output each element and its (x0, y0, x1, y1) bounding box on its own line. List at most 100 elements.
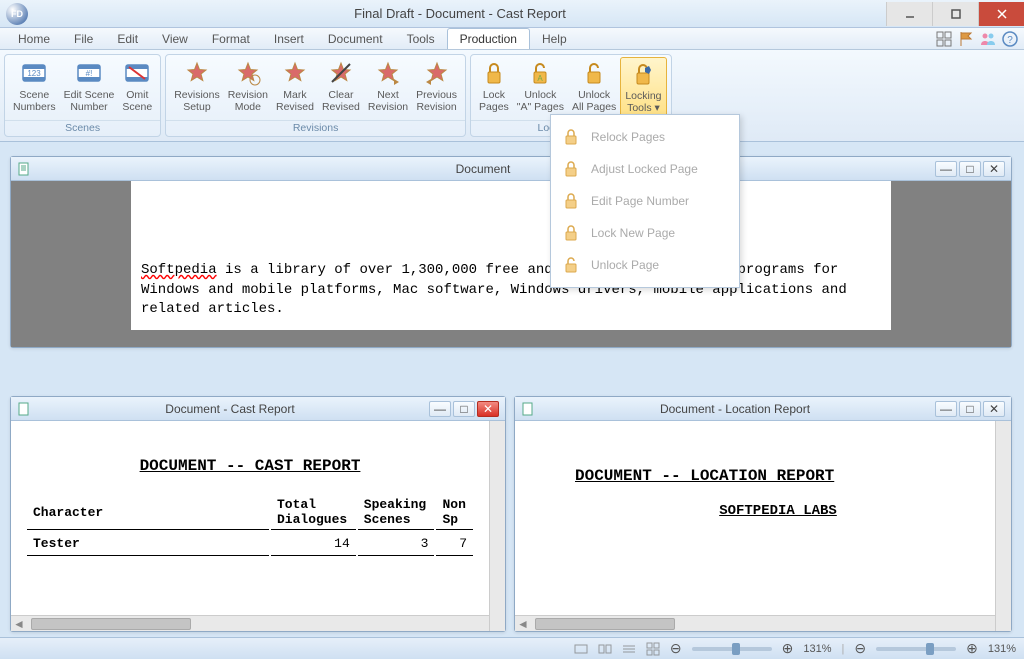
horizontal-scrollbar[interactable]: ◄ (515, 615, 995, 631)
cast-report-pane: Document - Cast Report — □ ✕ DOCUMENT --… (10, 396, 506, 632)
adjust-icon (561, 159, 581, 179)
menu-home[interactable]: Home (6, 29, 62, 49)
lock-pages-button[interactable]: Lock Pages (475, 57, 513, 120)
menu-document[interactable]: Document (316, 29, 395, 49)
people-icon[interactable] (980, 31, 996, 47)
cast-table: Character Total Dialogues Speaking Scene… (25, 493, 475, 558)
ribbon-button-label: Unlock All Pages (572, 89, 616, 113)
ribbon-button-label: Revisions Setup (174, 89, 220, 113)
pane-title: Document - Cast Report (31, 402, 429, 416)
pane-minimize-button[interactable]: — (935, 161, 957, 177)
dropdown-adjust[interactable]: Adjust Locked Page (551, 153, 739, 185)
lock-pages-icon (480, 59, 508, 87)
help-icon[interactable]: ? (1002, 31, 1018, 47)
dropdown-unlock[interactable]: Unlock Page (551, 249, 739, 281)
pane-titlebar: Document — □ ✕ (11, 157, 1011, 181)
dropdown-lock-new[interactable]: Lock New Page (551, 217, 739, 249)
ribbon: 123Scene Numbers #! Edit Scene Number Omit … (0, 50, 1024, 142)
report-heading: DOCUMENT -- CAST REPORT (25, 457, 475, 475)
close-button[interactable] (978, 2, 1024, 26)
dropdown-relock[interactable]: Relock Pages (551, 121, 739, 153)
document-pane: Document — □ ✕ Softpedia is a library of… (10, 156, 1012, 348)
pane-body: DOCUMENT -- LOCATION REPORT SOFTPEDIA LA… (515, 421, 1011, 631)
revision-mode-button[interactable]: Revision Mode (224, 57, 272, 120)
dropdown-label: Relock Pages (591, 130, 665, 144)
view-mode-1-icon[interactable] (574, 642, 588, 656)
vertical-scrollbar[interactable] (489, 421, 505, 631)
zoom-in-button[interactable]: ⊕ (782, 640, 794, 657)
scene-numbers-button[interactable]: 123Scene Numbers (9, 57, 60, 120)
pane-minimize-button[interactable]: — (429, 401, 451, 417)
view-mode-4-icon[interactable] (646, 642, 660, 656)
unlock-a-pages-button[interactable]: A Unlock "A" Pages (513, 57, 568, 120)
ribbon-button-label: Unlock "A" Pages (517, 89, 564, 113)
revision-mode-icon (234, 59, 262, 87)
menu-edit[interactable]: Edit (105, 29, 150, 49)
pane-minimize-button[interactable]: — (935, 401, 957, 417)
zoom-out-button[interactable]: ⊖ (670, 640, 682, 657)
pane-close-button[interactable]: ✕ (983, 401, 1005, 417)
pane-close-button[interactable]: ✕ (983, 161, 1005, 177)
zoom-value-1: 131% (803, 643, 831, 655)
ribbon-group-label: Scenes (5, 120, 160, 136)
view-mode-3-icon[interactable] (622, 642, 636, 656)
menu-help[interactable]: Help (530, 29, 579, 49)
horizontal-scrollbar[interactable]: ◄ (11, 615, 489, 631)
svg-text:#!: #! (86, 69, 93, 78)
omit-scene-icon (123, 59, 151, 87)
minimize-button[interactable] (886, 2, 932, 26)
grid-icon[interactable] (936, 31, 952, 47)
menu-tools[interactable]: Tools (395, 29, 447, 49)
next-revision-button[interactable]: Next Revision (364, 57, 412, 120)
edit-scene-number-button[interactable]: #! Edit Scene Number (60, 57, 119, 120)
menu-insert[interactable]: Insert (262, 29, 316, 49)
ribbon-button-label: Omit Scene (122, 89, 152, 113)
pane-maximize-button[interactable]: □ (453, 401, 475, 417)
revisions-setup-button[interactable]: Revisions Setup (170, 57, 224, 120)
locking-tools-button[interactable]: Locking Tools ▾ (620, 57, 666, 120)
omit-scene-button[interactable]: Omit Scene (118, 57, 156, 120)
report-subheading: SOFTPEDIA LABS (575, 503, 981, 519)
menu-file[interactable]: File (62, 29, 105, 49)
unlock-all-pages-button[interactable]: Unlock All Pages (568, 57, 620, 120)
status-bar: ⊖ ⊕ 131% | ⊖ ⊕ 131% (0, 637, 1024, 659)
mark-revised-button[interactable]: Mark Revised (272, 57, 318, 120)
dropdown-label: Lock New Page (591, 226, 675, 240)
svg-text:123: 123 (28, 69, 42, 78)
edit-page-num-icon (561, 191, 581, 211)
lock-new-icon (561, 223, 581, 243)
pane-close-button[interactable]: ✕ (477, 401, 499, 417)
spell-error-word: Softpedia (141, 262, 217, 278)
maximize-button[interactable] (932, 2, 978, 26)
clear-revised-button[interactable]: Clear Revised (318, 57, 364, 120)
title-bar: FD Final Draft - Document - Cast Report (0, 0, 1024, 28)
previous-revision-button[interactable]: Previous Revision (412, 57, 461, 120)
dropdown-edit-page-num[interactable]: Edit Page Number (551, 185, 739, 217)
zoom-in-button-2[interactable]: ⊕ (966, 640, 978, 657)
pane-maximize-button[interactable]: □ (959, 401, 981, 417)
table-row[interactable]: Tester 14 3 7 (27, 532, 473, 556)
ribbon-button-label: Edit Scene Number (64, 89, 115, 113)
unlock-a-pages-icon: A (526, 59, 554, 87)
ribbon-group-revisions: Revisions SetupRevision ModeMark Revised… (165, 54, 466, 137)
view-mode-2-icon[interactable] (598, 642, 612, 656)
document-page[interactable]: Softpedia is a library of over 1,300,000… (131, 181, 891, 330)
vertical-scrollbar[interactable] (995, 421, 1011, 631)
zoom-out-button-2[interactable]: ⊖ (854, 640, 866, 657)
zoom-slider-1[interactable] (692, 647, 772, 651)
workspace: Document — □ ✕ Softpedia is a library of… (0, 142, 1024, 637)
revisions-setup-icon (183, 59, 211, 87)
doc-icon (17, 162, 31, 176)
menu-production[interactable]: Production (447, 28, 530, 49)
menu-view[interactable]: View (150, 29, 200, 49)
edit-scene-number-icon: #! (75, 59, 103, 87)
menu-format[interactable]: Format (200, 29, 262, 49)
zoom-value-2: 131% (988, 643, 1016, 655)
doc-icon (521, 402, 535, 416)
menubar-right: ? (936, 31, 1018, 47)
zoom-slider-2[interactable] (876, 647, 956, 651)
previous-revision-icon (423, 59, 451, 87)
svg-text:A: A (538, 74, 544, 83)
pane-maximize-button[interactable]: □ (959, 161, 981, 177)
flag-icon[interactable] (958, 31, 974, 47)
